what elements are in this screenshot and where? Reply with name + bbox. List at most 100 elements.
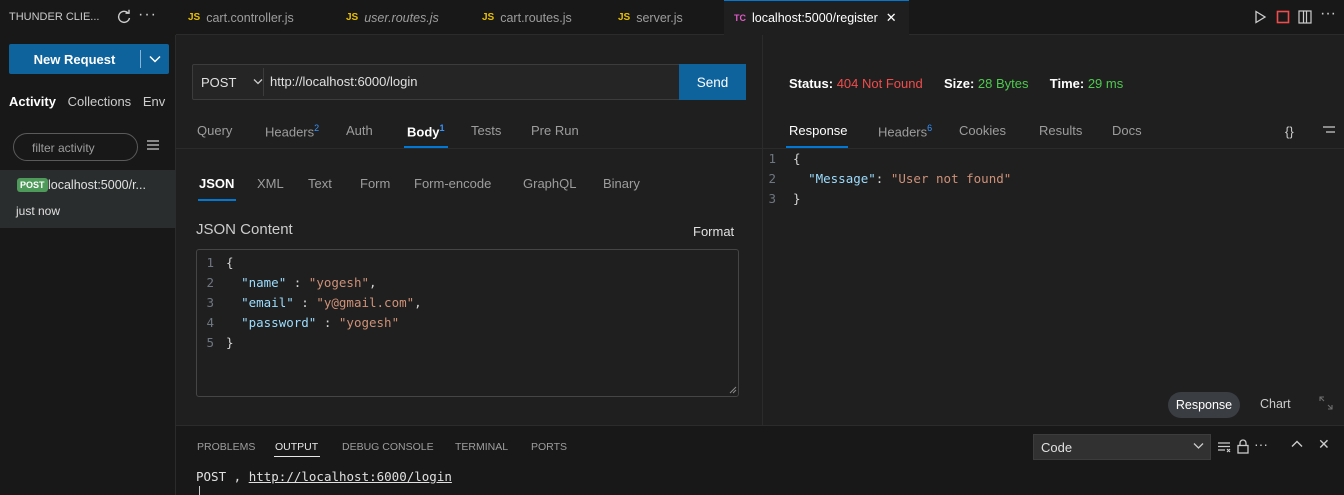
new-request-label[interactable]: New Request bbox=[9, 52, 140, 67]
tab-env[interactable]: Env bbox=[143, 94, 165, 109]
divider bbox=[763, 148, 1344, 149]
close-icon[interactable]: ✕ bbox=[886, 10, 897, 26]
editor-tab-bar: JS cart.controller.js JS user.routes.js JS… bbox=[176, 0, 1344, 35]
body-count: 1 bbox=[439, 123, 445, 133]
activity-time: just now bbox=[16, 204, 61, 218]
response-body: 1{ 2 "Message": "User not found" 3} bbox=[763, 150, 1344, 230]
code-line: 1{ bbox=[206, 255, 234, 270]
sidebar-tabs: Activity Collections Env bbox=[9, 94, 173, 109]
lock-icon[interactable] bbox=[1236, 439, 1250, 454]
size-label: Size: bbox=[943, 76, 975, 91]
code-line: 2 "name" : "yogesh", bbox=[206, 275, 377, 290]
json-content-title: JSON Content bbox=[196, 221, 293, 238]
text-cursor bbox=[199, 486, 200, 495]
run-icon[interactable] bbox=[1253, 10, 1267, 24]
sidebar-more-icon[interactable]: ··· bbox=[138, 6, 157, 24]
tab-label: cart.controller.js bbox=[206, 10, 294, 25]
tab-cart-controller[interactable]: JS cart.controller.js bbox=[188, 0, 294, 35]
status-label: Status: bbox=[789, 76, 834, 91]
tab-graphql[interactable]: GraphQL bbox=[523, 176, 576, 191]
headers-count: 6 bbox=[927, 123, 933, 133]
filter-activity-input[interactable]: filter activity bbox=[13, 133, 138, 161]
tab-body[interactable]: Body1 bbox=[407, 123, 445, 139]
split-divider[interactable] bbox=[762, 35, 763, 425]
tab-cart-routes[interactable]: JS cart.routes.js bbox=[482, 0, 572, 35]
active-tab-indicator bbox=[198, 199, 236, 201]
tab-cookies[interactable]: Cookies bbox=[959, 123, 1006, 138]
tab-json[interactable]: JSON bbox=[199, 176, 234, 191]
tab-thunder-register[interactable]: TC localhost:5000/register ✕ bbox=[724, 0, 909, 35]
tab-query[interactable]: Query bbox=[197, 123, 232, 138]
tab-binary[interactable]: Binary bbox=[603, 176, 640, 191]
tab-collections[interactable]: Collections bbox=[68, 94, 132, 109]
more-actions-icon[interactable]: ··· bbox=[1320, 5, 1336, 23]
response-status-bar: Status: 404 Not Found Size: 28 Bytes Tim… bbox=[789, 76, 1123, 91]
js-file-icon: JS bbox=[346, 12, 359, 23]
more-icon[interactable]: ··· bbox=[1254, 436, 1268, 452]
format-button[interactable]: Format bbox=[693, 224, 734, 239]
new-request-button[interactable]: New Request bbox=[9, 44, 169, 74]
close-panel-icon[interactable]: ✕ bbox=[1318, 436, 1330, 453]
tab-label: cart.routes.js bbox=[500, 10, 572, 25]
send-button[interactable]: Send bbox=[679, 64, 746, 100]
js-file-icon: JS bbox=[482, 12, 495, 23]
chevron-down-icon[interactable] bbox=[141, 55, 169, 63]
tab-text[interactable]: Text bbox=[308, 176, 332, 191]
tab-label: server.js bbox=[636, 10, 683, 25]
tab-debug-console[interactable]: DEBUG CONSOLE bbox=[342, 441, 434, 453]
tab-server[interactable]: JS server.js bbox=[618, 0, 683, 35]
tab-auth[interactable]: Auth bbox=[346, 123, 373, 138]
menu-icon[interactable] bbox=[146, 138, 160, 152]
code-line: 4 "password" : "yogesh" bbox=[206, 315, 400, 330]
tab-xml[interactable]: XML bbox=[257, 176, 284, 191]
output-link[interactable]: http://localhost:6000/login bbox=[249, 469, 452, 484]
thunder-client-sidebar bbox=[0, 0, 176, 495]
braces-icon[interactable]: {} bbox=[1285, 124, 1294, 139]
tab-response-headers[interactable]: Headers6 bbox=[878, 123, 932, 139]
clear-output-icon[interactable] bbox=[1217, 440, 1231, 454]
chart-view-button[interactable]: Chart bbox=[1260, 397, 1291, 411]
json-body-editor[interactable]: 1{ 2 "name" : "yogesh", 3 "email" : "y@g… bbox=[196, 249, 739, 397]
expand-icon[interactable] bbox=[1318, 395, 1334, 411]
method-select[interactable]: POST bbox=[201, 75, 236, 90]
refresh-icon[interactable] bbox=[116, 9, 132, 25]
output-channel-select[interactable]: Code bbox=[1033, 434, 1211, 460]
js-file-icon: JS bbox=[188, 12, 201, 23]
active-tab-indicator bbox=[274, 456, 320, 457]
chevron-down-icon[interactable] bbox=[253, 78, 263, 85]
js-file-icon: JS bbox=[618, 12, 631, 23]
tab-output[interactable]: OUTPUT bbox=[275, 441, 318, 453]
tab-problems[interactable]: PROBLEMS bbox=[197, 441, 255, 453]
tab-response[interactable]: Response bbox=[789, 123, 848, 138]
thunder-client-icon: TC bbox=[734, 13, 746, 23]
tab-ports[interactable]: PORTS bbox=[531, 441, 567, 453]
tab-tests[interactable]: Tests bbox=[471, 123, 501, 138]
code-line: 3} bbox=[768, 191, 801, 206]
chevron-down-icon bbox=[1193, 442, 1204, 450]
tab-form-encode[interactable]: Form-encode bbox=[414, 176, 491, 191]
tab-docs[interactable]: Docs bbox=[1112, 123, 1142, 138]
tab-label: Headers bbox=[878, 124, 928, 140]
code-line: 3 "email" : "y@gmail.com", bbox=[206, 295, 422, 310]
url-input[interactable]: http://localhost:6000/login bbox=[270, 74, 417, 89]
tab-pre-run[interactable]: Pre Run bbox=[531, 123, 579, 138]
tab-activity[interactable]: Activity bbox=[9, 94, 56, 109]
code-line: 1{ bbox=[768, 151, 801, 166]
tab-user-routes[interactable]: JS user.routes.js bbox=[346, 0, 439, 35]
resize-handle-icon[interactable] bbox=[729, 386, 737, 394]
status-value: 404 Not Found bbox=[836, 76, 923, 91]
split-editor-icon[interactable] bbox=[1298, 10, 1312, 24]
activity-url[interactable]: localhost:5000/r... bbox=[48, 178, 146, 192]
tab-label: Body bbox=[407, 124, 440, 140]
tab-form[interactable]: Form bbox=[360, 176, 390, 191]
selected-channel: Code bbox=[1041, 439, 1073, 455]
response-view-button[interactable]: Response bbox=[1168, 392, 1240, 418]
tab-label: Headers bbox=[265, 124, 315, 140]
time-label: Time: bbox=[1049, 76, 1085, 91]
tab-terminal[interactable]: TERMINAL bbox=[455, 441, 508, 453]
word-wrap-icon[interactable] bbox=[1322, 124, 1336, 136]
tab-headers[interactable]: Headers2 bbox=[265, 123, 319, 139]
tab-results[interactable]: Results bbox=[1039, 123, 1082, 138]
stop-icon[interactable] bbox=[1276, 10, 1290, 24]
chevron-up-icon[interactable] bbox=[1291, 440, 1303, 448]
